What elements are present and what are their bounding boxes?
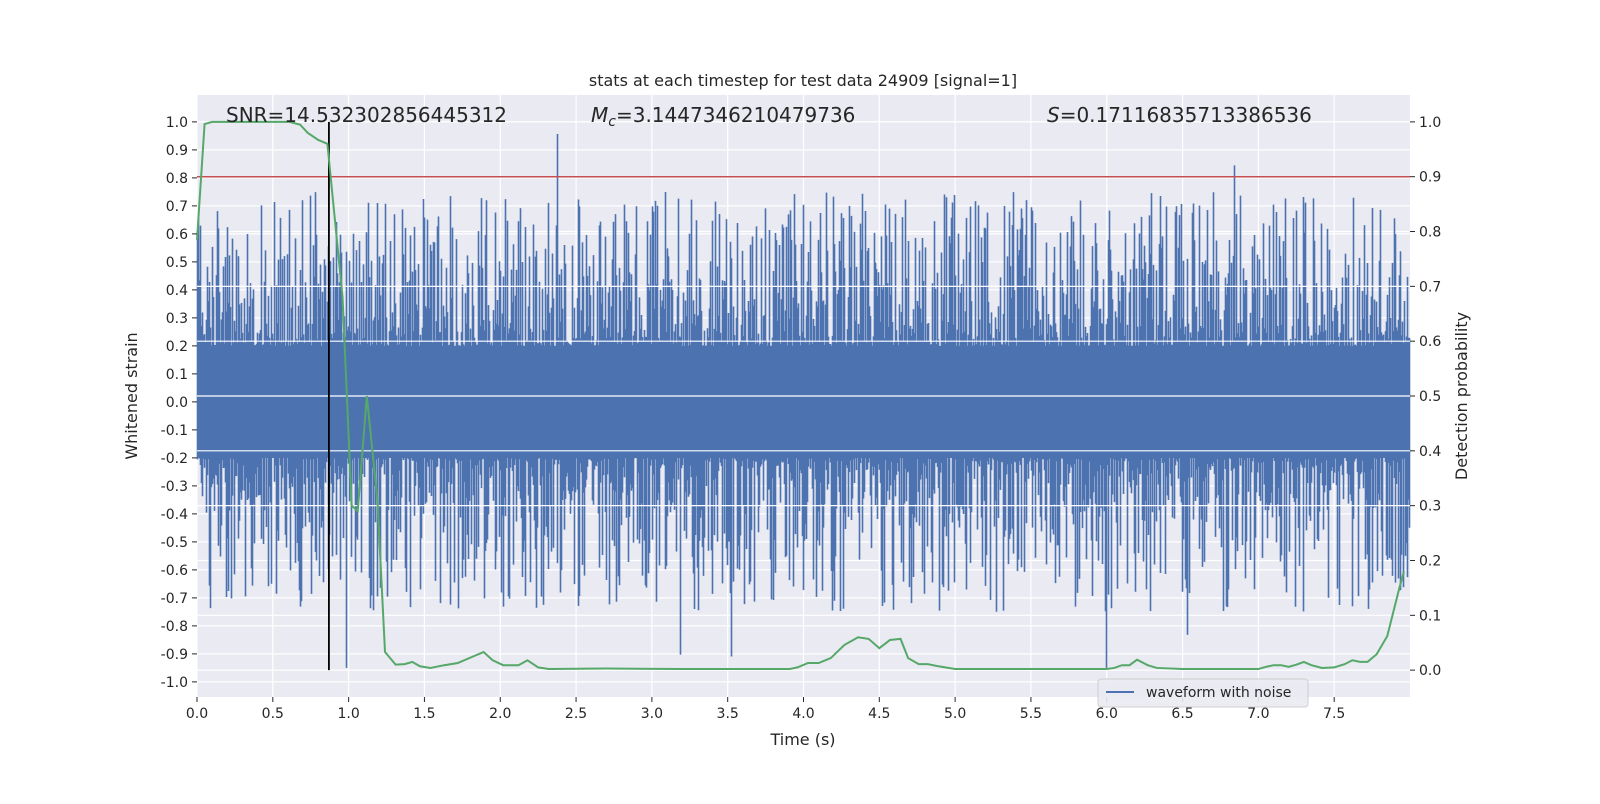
y-tick-label-right: 0.3 (1419, 499, 1441, 515)
y-tick-label-right: 0.6 (1419, 334, 1441, 350)
y-tick-label-right: 0.7 (1419, 279, 1441, 295)
y-tick-label-left: 0.6 (166, 227, 188, 243)
x-tick-label: 2.0 (489, 706, 511, 722)
y-tick-label-left: -0.5 (161, 535, 188, 551)
y-tick-label-right: 0.0 (1419, 663, 1441, 679)
y-axis-label-right: Detection probability (1452, 312, 1471, 480)
y-tick-label-left: -0.3 (161, 479, 188, 495)
x-tick-label: 5.0 (944, 706, 966, 722)
x-tick-label: 1.5 (413, 706, 435, 722)
x-tick-label: 1.0 (337, 706, 359, 722)
x-tick-label: 4.0 (792, 706, 814, 722)
x-tick-label: 7.0 (1247, 706, 1269, 722)
y-axis-label-left: Whitened strain (122, 332, 141, 459)
legend: waveform with noise (1097, 678, 1309, 708)
x-tick-label: 7.5 (1323, 706, 1345, 722)
waveform-core (197, 345, 1410, 458)
y-tick-label-left: 0.5 (166, 255, 188, 271)
x-tick-label: 3.0 (641, 706, 663, 722)
legend-label: waveform with noise (1146, 685, 1291, 701)
y-tick-label-left: 0.7 (166, 199, 188, 215)
y-tick-label-left: 0.9 (166, 143, 188, 159)
y-tick-label-right: 0.4 (1419, 444, 1441, 460)
y-tick-label-right: 0.2 (1419, 553, 1441, 569)
y-tick-label-left: -0.8 (161, 619, 188, 635)
x-tick-label: 5.5 (1020, 706, 1042, 722)
y-tick-label-left: -1.0 (161, 675, 188, 691)
snr-annotation: SNR=14.532302856445312 (226, 103, 507, 127)
y-tick-label-left: 0.2 (166, 339, 188, 355)
y-tick-label-left: -0.6 (161, 563, 188, 579)
x-tick-label: 0.5 (262, 706, 284, 722)
x-tick-label: 3.5 (717, 706, 739, 722)
y-tick-label-left: 0.1 (166, 367, 188, 383)
x-axis-label: Time (s) (769, 730, 835, 749)
x-tick-label: 6.5 (1171, 706, 1193, 722)
y-tick-label-left: 0.4 (166, 283, 188, 299)
y-tick-label-left: 1.0 (166, 115, 188, 131)
y-tick-label-right: 0.1 (1419, 608, 1441, 624)
y-tick-label-right: 1.0 (1419, 115, 1441, 131)
y-tick-label-left: -0.4 (161, 507, 188, 523)
x-tick-label: 6.0 (1096, 706, 1118, 722)
y-tick-label-right: 0.8 (1419, 225, 1441, 241)
y-tick-label-left: 0.8 (166, 171, 188, 187)
y-tick-label-left: 0.3 (166, 311, 188, 327)
x-tick-label: 2.5 (565, 706, 587, 722)
chart-title: stats at each timestep for test data 249… (589, 71, 1017, 90)
y-tick-label-left: -0.9 (161, 647, 188, 663)
x-tick-label: 4.5 (868, 706, 890, 722)
mc-annotation: Mc=3.1447346210479736 (591, 103, 855, 130)
y-tick-label-left: -0.1 (161, 423, 188, 439)
y-tick-label-right: 0.5 (1419, 389, 1441, 405)
s-annotation: S=0.17116835713386536 (1047, 103, 1312, 127)
y-tick-label-left: -0.7 (161, 591, 188, 607)
chart: 0.0 0.5 1.0 1.5 2.0 2.5 3.0 3.5 4.0 4.5 5.0 5.5 6.0 6… (122, 71, 1471, 749)
y-tick-label-left: -0.2 (161, 451, 188, 467)
y-tick-label-left: 0.0 (166, 395, 188, 411)
y-tick-label-right: 0.9 (1419, 170, 1441, 186)
x-tick-label: 0.0 (186, 706, 208, 722)
